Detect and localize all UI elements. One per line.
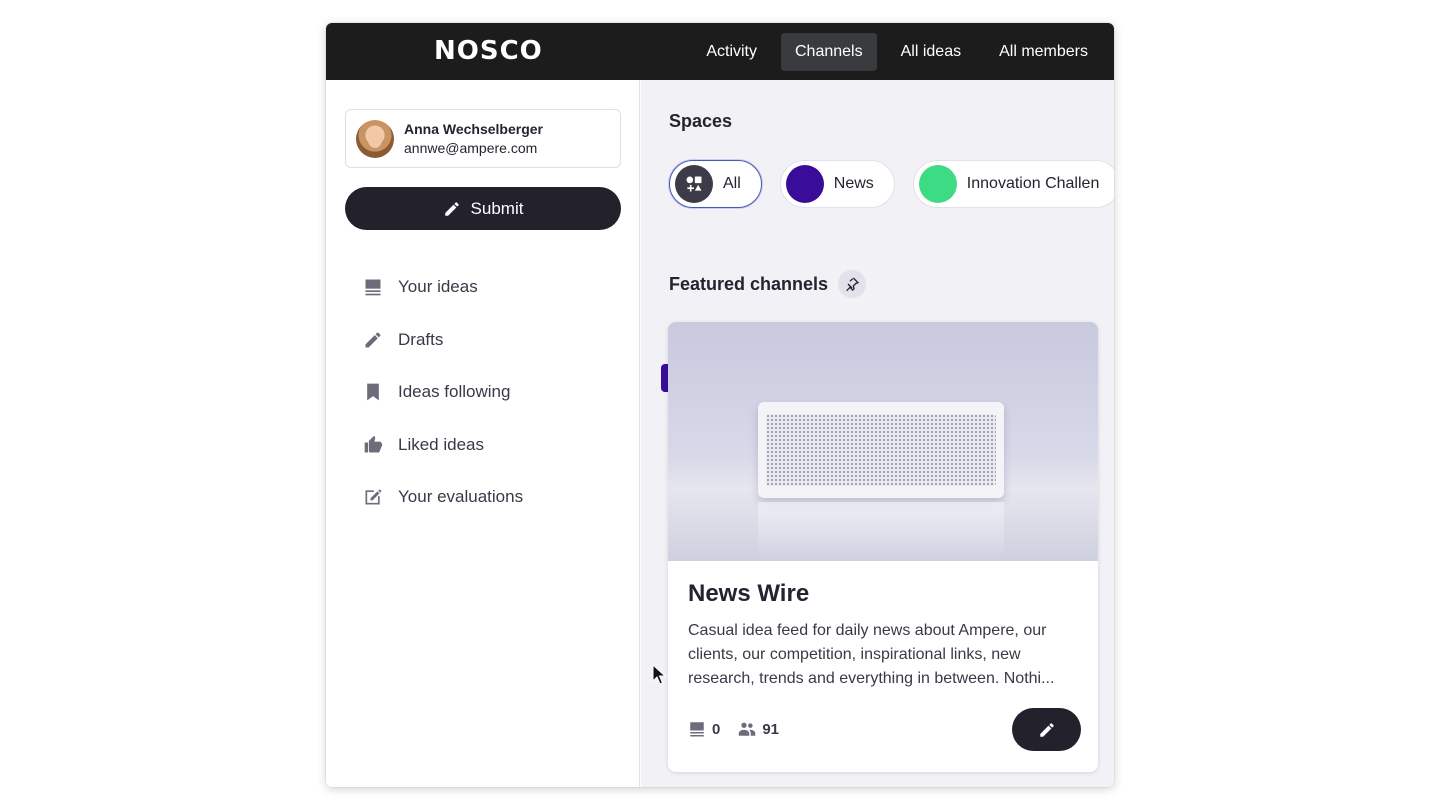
sidebar-item-label: Drafts [398, 329, 444, 349]
nosco-logo[interactable]: NOSCO [434, 36, 543, 66]
space-chip-innovation-challenge[interactable]: Innovation Challen [912, 160, 1114, 208]
list-icon [690, 722, 704, 737]
bookmark-icon [362, 381, 384, 403]
sidebar-item-label: Liked ideas [398, 434, 485, 454]
list-icon [362, 276, 384, 298]
sidebar-menu: Your ideas Drafts Ideas following Liked … [362, 261, 523, 524]
top-navigation-bar: NOSCO Activity Channels All ideas All me… [326, 23, 1114, 80]
speaker-image [758, 402, 1004, 498]
space-color-dot [918, 165, 957, 203]
pencil-icon [1039, 722, 1054, 737]
pencil-icon [444, 201, 459, 216]
members-count-stat: 91 [738, 720, 779, 738]
mouse-cursor-icon [652, 664, 666, 685]
channel-card-news-wire[interactable]: News Wire Casual idea feed for daily new… [668, 322, 1098, 772]
nav-all-members[interactable]: All members [985, 33, 1102, 71]
channel-description: Casual idea feed for daily news about Am… [688, 622, 1055, 687]
thumbs-up-icon [362, 434, 384, 456]
sidebar-item-liked-ideas[interactable]: Liked ideas [362, 419, 523, 472]
user-info: Anna Wechselberger annwe@ampere.com [404, 120, 543, 158]
sidebar-item-your-ideas[interactable]: Your ideas [362, 261, 523, 314]
sidebar-item-label: Your evaluations [398, 487, 524, 507]
sidebar-item-drafts[interactable]: Drafts [362, 314, 523, 367]
main-content: Spaces All News Innovation Challen Featu… [641, 80, 1114, 787]
space-chip-news[interactable]: News [779, 160, 895, 208]
featured-channels-heading: Featured channels [669, 270, 867, 298]
user-name: Anna Wechselberger [404, 120, 544, 137]
new-idea-button[interactable] [1012, 708, 1081, 751]
space-chip-all[interactable]: All [669, 160, 762, 208]
channel-title[interactable]: News Wire [688, 580, 809, 608]
pin-icon[interactable] [838, 270, 867, 298]
spaces-heading: Spaces [669, 111, 733, 131]
channel-stats: 0 91 [688, 720, 779, 738]
main-nav: Activity Channels All ideas All members [692, 33, 1102, 71]
sidebar-item-label: Your ideas [398, 277, 478, 297]
pencil-icon [362, 329, 384, 351]
app-window: NOSCO Activity Channels All ideas All me… [326, 23, 1114, 787]
user-email: annwe@ampere.com [404, 139, 538, 156]
space-color-dot [785, 165, 824, 203]
sidebar-item-your-evaluations[interactable]: Your evaluations [362, 471, 523, 524]
channel-cover-image [668, 322, 1098, 561]
sidebar: Anna Wechselberger annwe@ampere.com Subm… [326, 80, 640, 787]
sidebar-item-ideas-following[interactable]: Ideas following [362, 366, 523, 419]
members-count: 91 [762, 720, 780, 738]
submit-label: Submit [470, 198, 524, 218]
space-chip-label: Innovation Challen [966, 175, 1100, 192]
shapes-icon [675, 165, 713, 203]
nav-all-ideas[interactable]: All ideas [887, 33, 975, 71]
featured-channels-title: Featured channels [669, 273, 829, 294]
space-chip-label: News [833, 175, 874, 192]
nav-channels[interactable]: Channels [781, 33, 877, 71]
spaces-chip-row: All News Innovation Challen [669, 160, 1114, 208]
sidebar-item-label: Ideas following [398, 382, 511, 402]
edit-square-icon [362, 486, 384, 508]
people-icon [739, 722, 756, 736]
avatar [356, 119, 394, 158]
user-card[interactable]: Anna Wechselberger annwe@ampere.com [345, 109, 621, 168]
space-chip-label: All [723, 175, 741, 192]
ideas-count-stat: 0 [688, 720, 720, 738]
ideas-count: 0 [712, 720, 721, 738]
nav-activity[interactable]: Activity [692, 33, 771, 71]
submit-button[interactable]: Submit [345, 187, 621, 230]
